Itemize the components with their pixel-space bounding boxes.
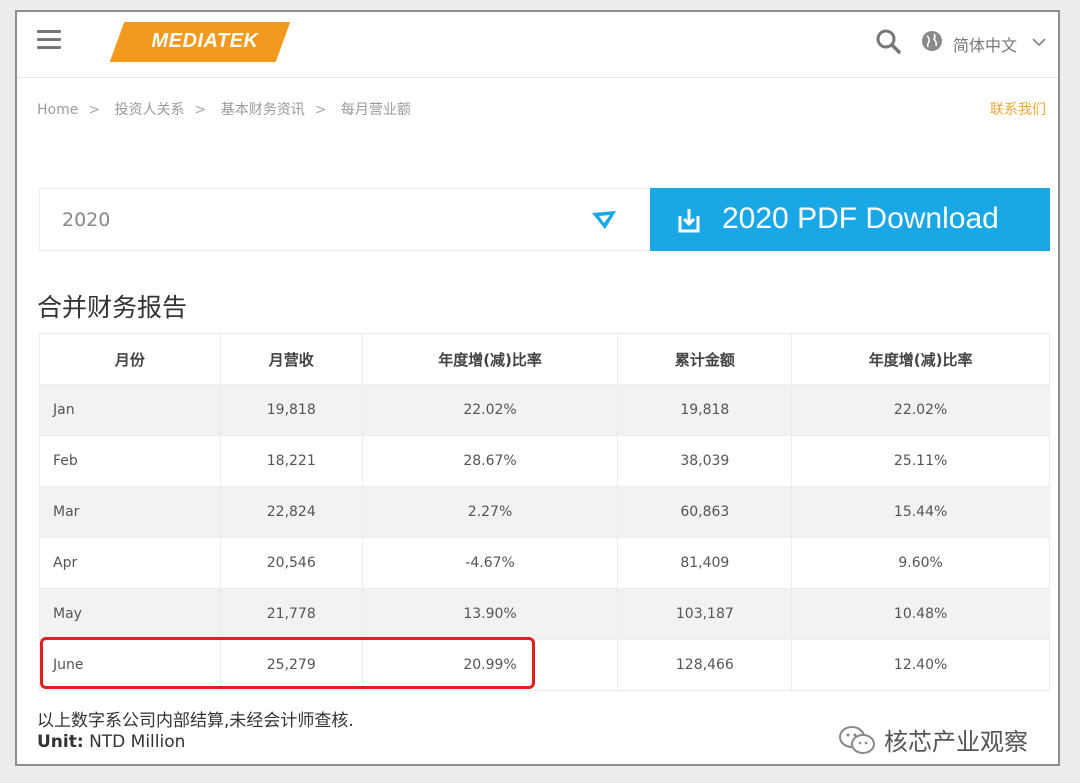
column-header-yoy-change: 年度增(减)比率 — [361, 333, 619, 385]
cell-revenue: 25,279 — [219, 639, 363, 691]
search-icon[interactable] — [875, 28, 901, 54]
cell-revenue: 22,824 — [219, 486, 363, 538]
cell-cumulative-yoy: 12.40% — [791, 639, 1050, 691]
top-navigation-bar: MEDIATEK 简体中文 — [17, 12, 1058, 78]
dropdown-arrow-icon[interactable] — [590, 209, 618, 231]
year-select-value: 2020 — [62, 209, 111, 231]
year-select[interactable]: 2020 — [39, 188, 651, 251]
cell-cumulative: 81,409 — [617, 537, 793, 589]
cell-cumulative: 128,466 — [617, 639, 793, 691]
cell-month: May — [39, 588, 221, 640]
cell-revenue: 18,221 — [219, 435, 363, 487]
cell-cumulative: 103,187 — [617, 588, 793, 640]
table-row: Apr 20,546 -4.67% 81,409 9.60% — [39, 537, 1050, 589]
table-row: June 25,279 20.99% 128,466 12.40% — [39, 639, 1050, 691]
column-header-monthly-revenue: 月营收 — [219, 333, 363, 385]
cell-revenue: 19,818 — [219, 384, 363, 436]
globe-icon — [922, 31, 942, 51]
watermark: 核芯产业观察 — [838, 719, 1058, 759]
breadcrumb-home[interactable]: Home — [37, 102, 78, 118]
cell-yoy: 28.67% — [361, 435, 619, 487]
column-header-month: 月份 — [39, 333, 221, 385]
breadcrumb: Home > 投资人关系 > 基本财务资讯 > 每月营业额 — [37, 99, 421, 119]
cell-yoy: -4.67% — [361, 537, 619, 589]
logo-text: MEDIATEK — [151, 30, 259, 52]
cell-cumulative-yoy: 25.11% — [791, 435, 1050, 487]
breadcrumb-investor-relations[interactable]: 投资人关系 — [115, 102, 185, 118]
table-row: Jan 19,818 22.02% 19,818 22.02% — [39, 384, 1050, 436]
revenue-table: 月份 月营收 年度增(减)比率 累计金额 年度增(减)比率 Jan 19,818… — [39, 333, 1050, 691]
breadcrumb-monthly-revenue: 每月营业额 — [340, 102, 411, 118]
wechat-icon — [839, 726, 875, 754]
table-header-row: 月份 月营收 年度增(减)比率 累计金额 年度增(减)比率 — [39, 333, 1050, 385]
unit-label: Unit: — [37, 732, 84, 752]
language-selector[interactable]: 简体中文 — [953, 32, 1017, 56]
cell-yoy: 22.02% — [361, 384, 619, 436]
table-row: Feb 18,221 28.67% 38,039 25.11% — [39, 435, 1050, 487]
cell-cumulative-yoy: 15.44% — [791, 486, 1050, 538]
footnote: 以上数字系公司内部结算,未经会计师查核. — [37, 711, 354, 731]
cell-cumulative: 19,818 — [617, 384, 793, 436]
breadcrumb-financial-info[interactable]: 基本财务资讯 — [221, 102, 305, 118]
download-icon — [678, 209, 700, 233]
browser-frame: MEDIATEK 简体中文 Home > 投资人关系 > 基本财务资讯 > 每月营业额… — [15, 10, 1060, 766]
breadcrumb-separator: > — [314, 102, 327, 118]
column-header-cumulative-yoy: 年度增(减)比率 — [791, 333, 1050, 385]
cell-month: June — [39, 639, 221, 691]
cell-cumulative: 60,863 — [617, 486, 793, 538]
section-title: 合并财务报告 — [37, 293, 188, 322]
breadcrumb-separator: > — [88, 102, 101, 118]
pdf-download-button[interactable]: 2020 PDF Download — [650, 188, 1050, 251]
cell-yoy: 2.27% — [361, 486, 619, 538]
cell-yoy: 20.99% — [361, 639, 619, 691]
table-row: Mar 22,824 2.27% 60,863 15.44% — [39, 486, 1050, 538]
cell-month: Apr — [39, 537, 221, 589]
column-header-cumulative: 累计金额 — [617, 333, 793, 385]
cell-cumulative-yoy: 9.60% — [791, 537, 1050, 589]
cell-cumulative: 38,039 — [617, 435, 793, 487]
table-row: May 21,778 13.90% 103,187 10.48% — [39, 588, 1050, 640]
cell-cumulative-yoy: 10.48% — [791, 588, 1050, 640]
breadcrumb-separator: > — [194, 102, 207, 118]
watermark-text: 核芯产业观察 — [884, 728, 1028, 756]
cell-revenue: 20,546 — [219, 537, 363, 589]
cell-month: Jan — [39, 384, 221, 436]
cell-month: Mar — [39, 486, 221, 538]
cell-yoy: 13.90% — [361, 588, 619, 640]
unit-value: NTD Million — [83, 732, 186, 752]
cell-month: Feb — [39, 435, 221, 487]
hamburger-icon[interactable] — [37, 30, 61, 50]
cell-cumulative-yoy: 22.02% — [791, 384, 1050, 436]
pdf-download-label: 2020 PDF Download — [722, 202, 999, 235]
cell-revenue: 21,778 — [219, 588, 363, 640]
contact-us-link[interactable]: 联系我们 — [990, 99, 1046, 119]
unit-note: Unit: NTD Million — [37, 732, 185, 752]
chevron-down-icon[interactable] — [1032, 37, 1046, 47]
